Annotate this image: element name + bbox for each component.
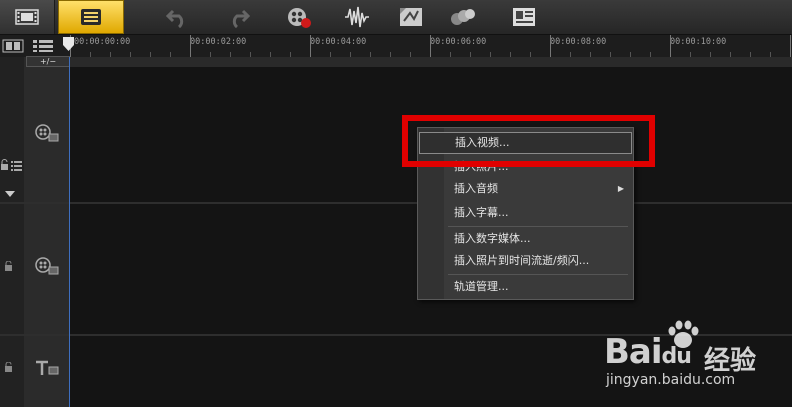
redo-icon[interactable] bbox=[225, 5, 251, 29]
track-divider bbox=[0, 202, 792, 204]
timeline-ruler-row: 00:00:00:00 00:00:02:00 00:00:04:00 00:0… bbox=[0, 35, 792, 58]
spheres-icon[interactable] bbox=[450, 5, 476, 29]
video-track-icon[interactable] bbox=[34, 122, 60, 144]
track-view-icon[interactable] bbox=[2, 39, 24, 53]
waveform-icon[interactable] bbox=[344, 5, 370, 29]
menu-separator bbox=[448, 226, 628, 227]
timeline-cursor-line bbox=[69, 57, 70, 407]
zoom-control[interactable]: +/− bbox=[26, 56, 70, 67]
undo-icon[interactable] bbox=[165, 5, 191, 29]
ruler-label: 00:00:08:00 bbox=[550, 37, 607, 47]
submenu-arrow-icon: ▶ bbox=[617, 184, 624, 193]
storyboard-view-button[interactable] bbox=[0, 0, 55, 34]
ruler-label: 00:00:02:00 bbox=[190, 37, 247, 47]
baidu-jingyan-watermark: Baidu 经验 jingyan.baidu.com bbox=[604, 318, 792, 404]
filmstrip-icon bbox=[15, 9, 39, 25]
music-icon[interactable] bbox=[398, 5, 424, 29]
highlight-annotation-box bbox=[402, 115, 655, 167]
ruler-major-tick bbox=[670, 35, 671, 57]
menu-separator bbox=[448, 274, 628, 275]
menu-item-track-manager[interactable]: 轨道管理... bbox=[419, 276, 632, 298]
menu-item-insert-audio[interactable]: 插入音频 ▶ bbox=[419, 178, 632, 200]
lock-icon[interactable] bbox=[4, 362, 14, 372]
chevron-down-icon[interactable] bbox=[4, 190, 16, 198]
overlay-track-icon[interactable] bbox=[34, 255, 60, 277]
ruler-major-tick bbox=[430, 35, 431, 57]
menu-item-insert-subtitle[interactable]: 插入字幕... bbox=[419, 202, 632, 224]
record-icon[interactable] bbox=[286, 5, 312, 29]
lock-icon[interactable] bbox=[4, 261, 14, 271]
menu-item-label: 插入音频 bbox=[454, 182, 498, 195]
ruler-major-tick bbox=[790, 35, 791, 57]
ruler-major-tick bbox=[550, 35, 551, 57]
main-toolbar bbox=[0, 0, 792, 35]
ruler-label: 00:00:06:00 bbox=[430, 37, 487, 47]
track-headers bbox=[24, 67, 70, 407]
timecode-ruler[interactable]: 00:00:00:00 00:00:02:00 00:00:04:00 00:0… bbox=[70, 35, 792, 57]
ruler-label: 00:00:00:00 bbox=[74, 37, 131, 47]
watermark-url: jingyan.baidu.com bbox=[606, 372, 736, 388]
ruler-major-tick bbox=[190, 35, 191, 57]
menu-item-insert-timelapse[interactable]: 插入照片到时间流逝/频闪... bbox=[419, 250, 632, 272]
title-track-icon[interactable] bbox=[34, 357, 60, 379]
menu-item-insert-digital-media[interactable]: 插入数字媒体... bbox=[419, 228, 632, 250]
ruler-major-tick bbox=[310, 35, 311, 57]
list-view-icon[interactable] bbox=[32, 39, 54, 53]
timeline-icon bbox=[81, 9, 101, 25]
watermark-logo-text: Baidu bbox=[604, 332, 692, 372]
ruler-label: 00:00:04:00 bbox=[310, 37, 367, 47]
subtitle-icon[interactable] bbox=[511, 5, 537, 29]
ruler-label: 00:00:10:00 bbox=[670, 37, 727, 47]
track-controls-column bbox=[0, 57, 25, 407]
timeline-view-button[interactable] bbox=[58, 0, 124, 34]
lock-all-icon[interactable] bbox=[0, 159, 24, 171]
playhead-marker[interactable] bbox=[63, 37, 74, 51]
